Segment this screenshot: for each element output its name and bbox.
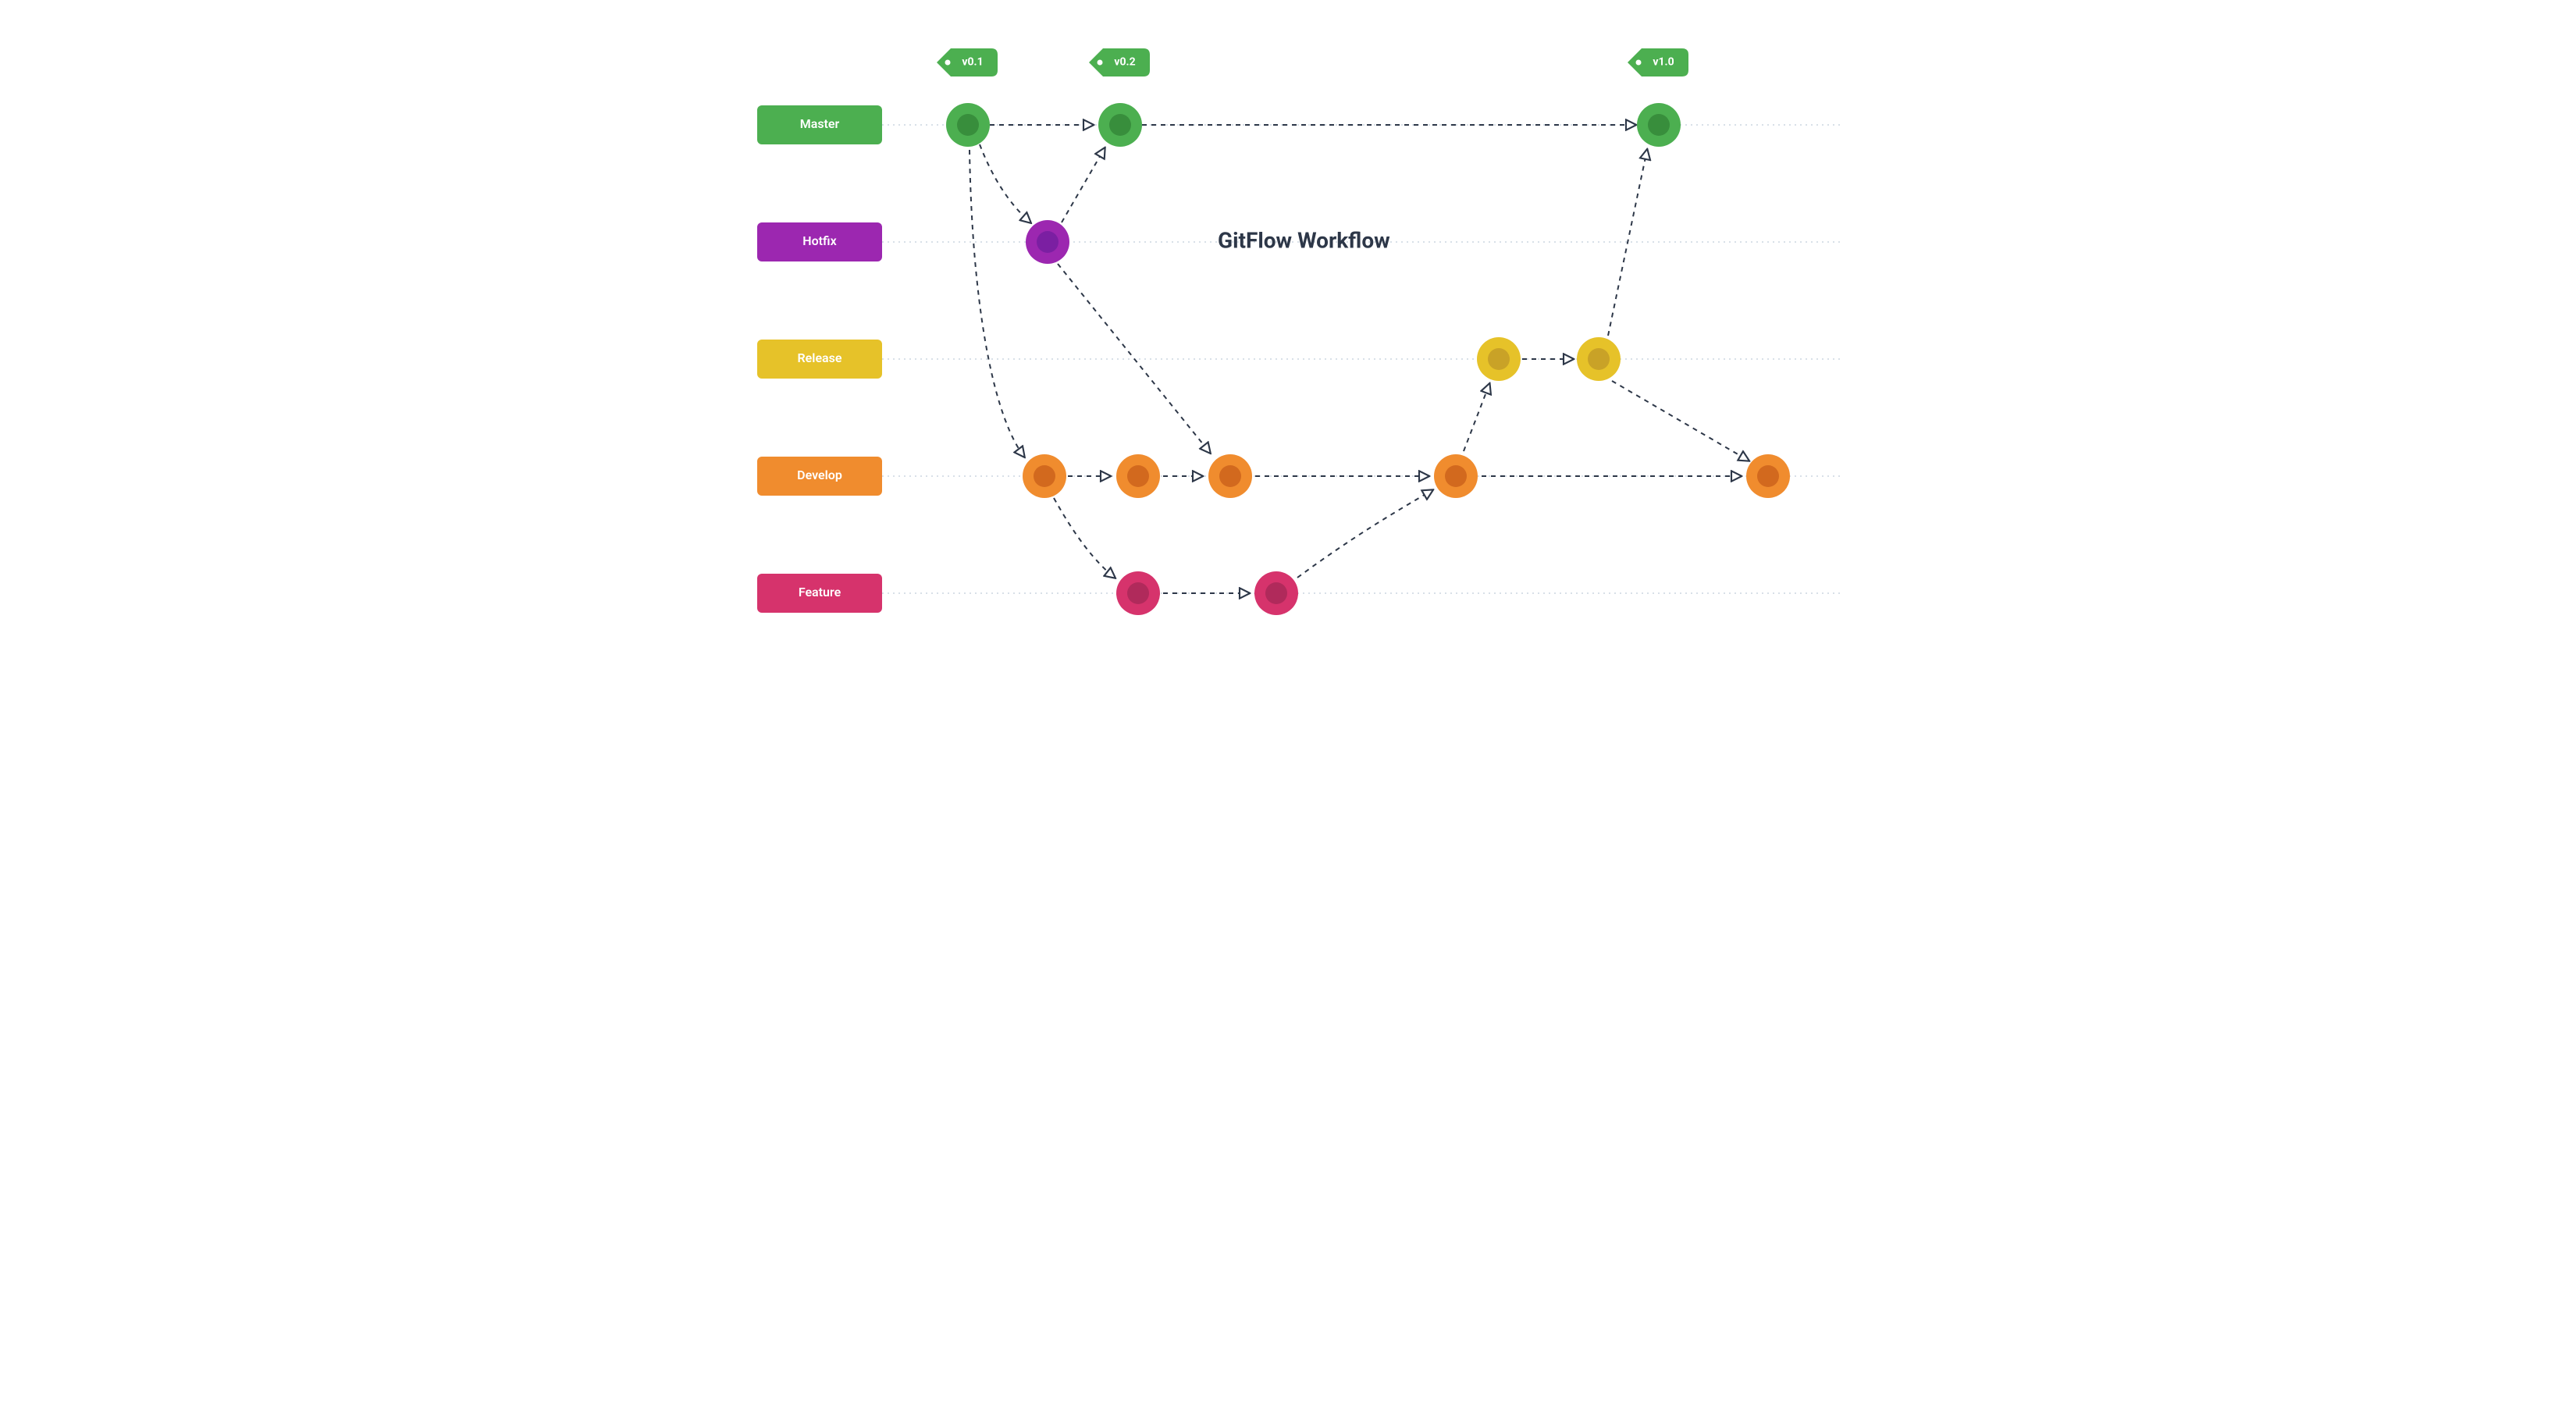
- commit-develop-4: [1434, 454, 1478, 498]
- branch-label-hotfix: Hotfix: [757, 222, 882, 261]
- edge-develop4-release1: [1464, 384, 1489, 451]
- branch-label-release: Release: [757, 340, 882, 379]
- commit-master-2: [1098, 103, 1142, 147]
- diagram-title: GitFlow Workflow: [1218, 227, 1390, 253]
- edge-master1-hotfix1: [980, 144, 1030, 222]
- edge-hotfix1-develop3: [1058, 264, 1210, 453]
- tag-v0.1-label: v0.1: [962, 56, 983, 69]
- edge-develop1-feature1: [1054, 498, 1115, 578]
- commit-develop-1: [1023, 454, 1066, 498]
- commit-feature-1: [1116, 571, 1160, 615]
- commit-feature-2: [1254, 571, 1298, 615]
- gitflow-diagram: Master Hotfix Release Develop Feature Gi…: [703, 0, 1873, 640]
- branch-label-develop: Develop: [757, 457, 882, 496]
- tag-v0.2-label: v0.2: [1114, 56, 1135, 69]
- edge-master1-develop1: [970, 150, 1024, 457]
- edge-release2-master3: [1608, 150, 1647, 336]
- tag-v1.0: v1.0: [1628, 48, 1688, 76]
- commit-hotfix-1: [1026, 220, 1069, 264]
- branch-label-develop-text: Develop: [797, 468, 842, 482]
- edge-hotfix1-master2: [1062, 148, 1105, 222]
- branch-label-feature-text: Feature: [799, 585, 841, 599]
- branch-label-master-text: Master: [800, 116, 840, 131]
- commit-develop-2: [1116, 454, 1160, 498]
- edge-feature2-develop4: [1297, 490, 1432, 578]
- tag-v0.1: v0.1: [937, 48, 998, 76]
- branch-label-master: Master: [757, 105, 882, 144]
- commit-master-3: [1637, 103, 1681, 147]
- tag-v0.2: v0.2: [1089, 48, 1150, 76]
- edge-release2-develop5: [1612, 381, 1749, 461]
- commit-master-1: [946, 103, 990, 147]
- branch-label-feature: Feature: [757, 574, 882, 613]
- branch-label-release-text: Release: [798, 350, 842, 365]
- branch-label-hotfix-text: Hotfix: [802, 233, 836, 248]
- commit-release-1: [1477, 337, 1521, 381]
- commit-develop-5: [1746, 454, 1790, 498]
- commit-develop-3: [1208, 454, 1252, 498]
- commit-release-2: [1577, 337, 1621, 381]
- tag-v1.0-label: v1.0: [1653, 56, 1674, 69]
